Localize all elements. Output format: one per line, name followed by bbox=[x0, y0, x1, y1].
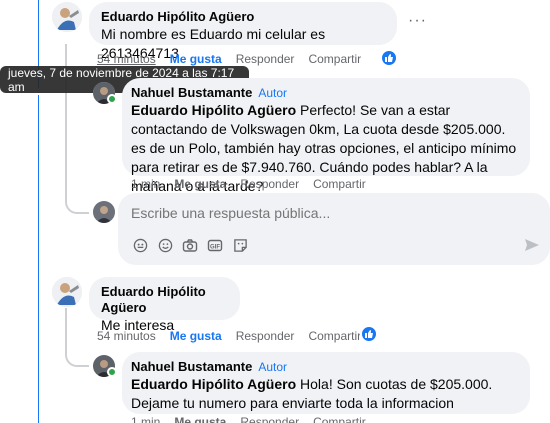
share-button[interactable]: Compartir bbox=[313, 177, 366, 191]
like-button[interactable]: Me gusta bbox=[170, 52, 222, 66]
comment-timestamp[interactable]: 1 min bbox=[131, 415, 160, 423]
comment-timestamp[interactable]: 54 minutos bbox=[97, 52, 156, 66]
comment-bubble: Nahuel Bustamante Autor Eduardo Hipólito … bbox=[122, 352, 530, 414]
reply-input[interactable] bbox=[131, 205, 511, 221]
comment-actions: 1 min Me gusta Responder Compartir bbox=[131, 415, 366, 423]
comment-author[interactable]: Eduardo Hipólito Agüero bbox=[101, 9, 385, 25]
comment-author[interactable]: Eduardo Hipólito Agüero bbox=[101, 284, 228, 316]
thread-elbow bbox=[65, 340, 89, 367]
thread-line bbox=[65, 44, 67, 180]
current-user-avatar[interactable] bbox=[93, 201, 115, 223]
comment-timestamp[interactable]: 54 minutos bbox=[97, 329, 156, 343]
reply-button[interactable]: Responder bbox=[236, 52, 295, 66]
camera-icon[interactable] bbox=[182, 237, 198, 253]
thread-elbow bbox=[65, 180, 89, 214]
comment-author[interactable]: Nahuel Bustamante Autor bbox=[131, 359, 518, 375]
like-reaction-icon[interactable] bbox=[380, 49, 398, 67]
reply-button[interactable]: Responder bbox=[236, 329, 295, 343]
author-name[interactable]: Nahuel Bustamante bbox=[131, 359, 252, 374]
comment-author[interactable]: Nahuel Bustamante Autor bbox=[131, 85, 518, 101]
like-button[interactable]: Me gusta bbox=[174, 415, 226, 423]
mention-link[interactable]: Eduardo Hipólito Agüero bbox=[131, 376, 296, 392]
avatar[interactable] bbox=[52, 277, 82, 307]
reply-button[interactable]: Responder bbox=[240, 177, 299, 191]
online-status-icon bbox=[107, 367, 117, 377]
comment-text: Eduardo Hipólito Agüero Hola! Son cuotas… bbox=[131, 375, 518, 413]
more-options-button[interactable]: ··· bbox=[408, 12, 427, 30]
comment-bubble: Eduardo Hipólito Agüero Me interesa bbox=[89, 277, 240, 333]
mention-link[interactable]: Eduardo Hipólito Agüero bbox=[131, 102, 296, 118]
comment-actions: 54 minutos Me gusta Responder Compartir bbox=[97, 329, 361, 343]
focus-indicator bbox=[38, 95, 39, 423]
like-button[interactable]: Me gusta bbox=[174, 177, 226, 191]
comment-bubble: Nahuel Bustamante Autor Eduardo Hipólito … bbox=[122, 78, 530, 194]
author-badge: Autor bbox=[258, 360, 288, 374]
send-icon[interactable] bbox=[524, 237, 540, 253]
online-status-icon bbox=[107, 94, 117, 104]
composer-toolbar: GIF bbox=[132, 237, 248, 253]
emoji-icon[interactable] bbox=[157, 237, 173, 253]
like-reaction-icon[interactable] bbox=[360, 325, 378, 343]
avatar-sticker-icon[interactable] bbox=[232, 237, 248, 253]
gif-icon[interactable]: GIF bbox=[207, 237, 223, 253]
comment-actions: 1 min Me gusta Responder Compartir bbox=[131, 177, 366, 191]
share-button[interactable]: Compartir bbox=[308, 329, 361, 343]
reply-button[interactable]: Responder bbox=[240, 415, 299, 423]
comment-timestamp[interactable]: 1 min bbox=[131, 177, 160, 191]
share-button[interactable]: Compartir bbox=[313, 415, 366, 423]
svg-text:GIF: GIF bbox=[210, 244, 220, 250]
author-name[interactable]: Nahuel Bustamante bbox=[131, 85, 252, 100]
comment-actions: 54 minutos Me gusta Responder Compartir bbox=[97, 52, 361, 66]
reply-composer: GIF bbox=[118, 193, 550, 265]
like-button[interactable]: Me gusta bbox=[170, 329, 222, 343]
comment-bubble: Eduardo Hipólito Agüero Mi nombre es Edu… bbox=[89, 2, 397, 61]
avatar[interactable] bbox=[52, 2, 82, 32]
sticker-icon[interactable] bbox=[132, 237, 148, 253]
author-badge: Autor bbox=[258, 86, 288, 100]
share-button[interactable]: Compartir bbox=[308, 52, 361, 66]
